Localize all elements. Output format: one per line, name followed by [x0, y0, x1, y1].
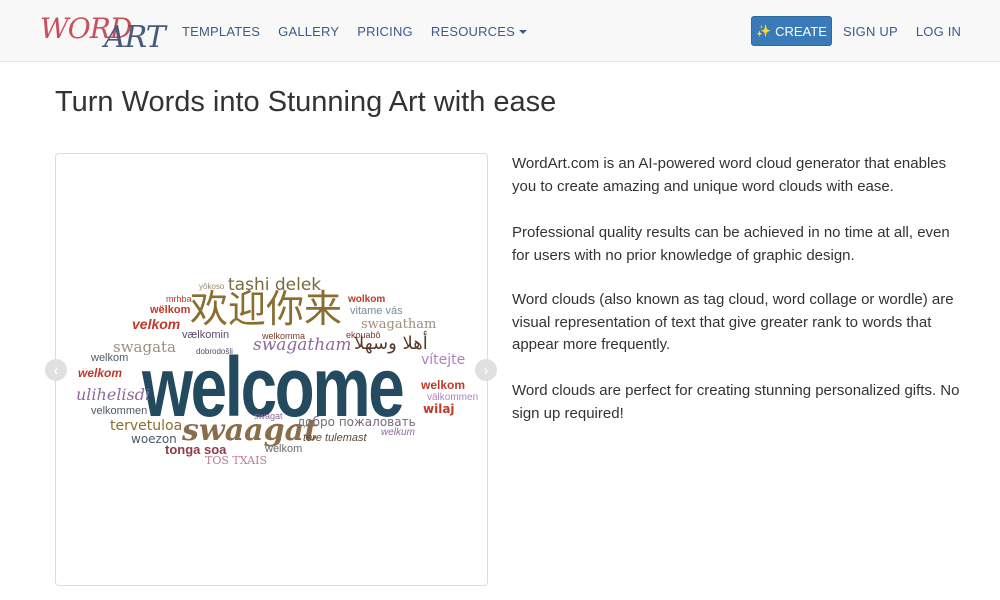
account-nav: SIGN UP LOG IN: [843, 0, 979, 62]
caret-down-icon: [519, 30, 528, 35]
wordart-logo[interactable]: WORD ART: [40, 12, 166, 55]
nav-resources[interactable]: RESOURCES: [430, 23, 528, 39]
sparkle-icon: ✨: [756, 24, 772, 38]
chevron-left-icon[interactable]: ‹: [45, 359, 67, 381]
nav-gallery[interactable]: GALLERY: [278, 24, 339, 39]
logo-art-text: ART: [104, 20, 166, 55]
description-paragraph-2: Professional quality results can be achi…: [512, 224, 950, 264]
login-link[interactable]: LOG IN: [916, 24, 961, 39]
description-paragraph-4: Word clouds are perfect for creating stu…: [512, 382, 960, 422]
nav-resources-label: RESOURCES: [430, 23, 516, 39]
main-nav: TEMPLATES GALLERY PRICING RESOURCES: [182, 0, 545, 62]
chevron-right-icon[interactable]: ›: [475, 359, 497, 381]
create-button[interactable]: ✨ CREATE: [751, 16, 832, 46]
nav-templates[interactable]: TEMPLATES: [182, 24, 260, 39]
description-paragraph-1: WordArt.com is an AI-powered word cloud …: [512, 155, 947, 195]
nav-pricing[interactable]: PRICING: [357, 24, 413, 39]
create-button-label: CREATE: [775, 23, 827, 39]
navbar: WORD ART TEMPLATES GALLERY PRICING RESOU…: [0, 0, 1000, 62]
carousel-frame: [55, 153, 488, 586]
signup-link[interactable]: SIGN UP: [843, 24, 898, 39]
page-title: Turn Words into Stunning Art with ease: [55, 86, 557, 118]
description-paragraph-3: Word clouds (also known as tag cloud, wo…: [512, 291, 954, 353]
